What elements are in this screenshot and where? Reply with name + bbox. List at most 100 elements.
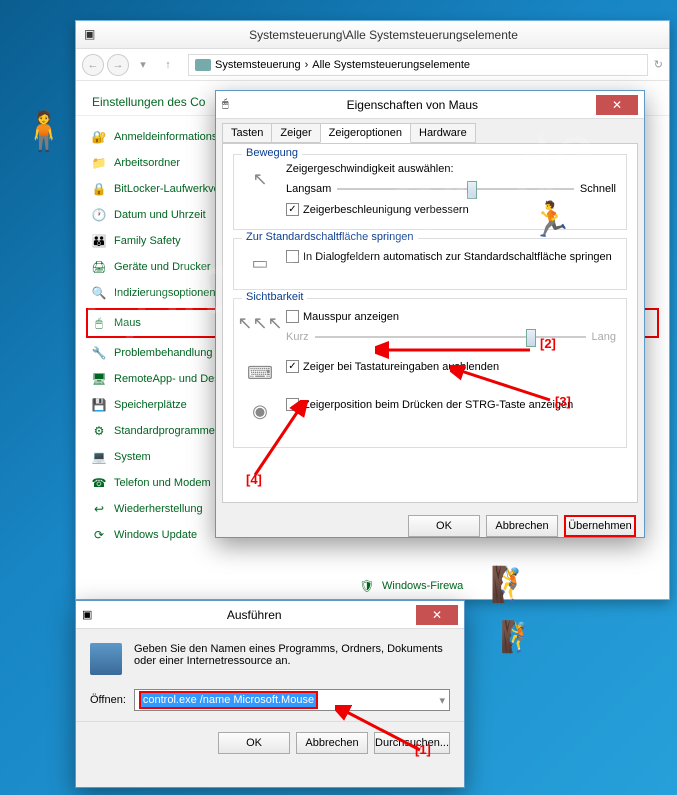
item-icon: ☎ xyxy=(90,474,108,492)
ctrl-checkbox[interactable] xyxy=(286,398,299,411)
speed-label: Zeigergeschwindigkeit auswählen: xyxy=(286,163,616,175)
cp-item-firewall[interactable]: 🛡 Windows-Firewa xyxy=(356,573,465,599)
item-icon: ↩ xyxy=(90,500,108,518)
item-label: Datum und Uhrzeit xyxy=(114,209,206,221)
slow-label: Langsam xyxy=(286,183,331,195)
run-icon xyxy=(90,643,122,675)
mouse-properties-dialog: 🖱 Eigenschaften von Maus ✕ TastenZeigerZ… xyxy=(215,90,645,538)
chevron-right-icon: › xyxy=(305,59,309,71)
tab-tasten[interactable]: Tasten xyxy=(222,123,272,143)
annotation-1: [1] xyxy=(415,742,431,757)
item-icon: 🔧 xyxy=(90,344,108,362)
trails-icon: ↖↖↖ xyxy=(244,307,276,339)
speed-slider[interactable] xyxy=(337,179,574,199)
annotation-3: [3] xyxy=(555,394,571,409)
visibility-title: Sichtbarkeit xyxy=(242,291,307,303)
item-icon: 🔒 xyxy=(90,180,108,198)
item-icon: 💾 xyxy=(90,396,108,414)
dropdown-icon[interactable]: ▾ xyxy=(439,694,445,707)
breadcrumb-part2[interactable]: Alle Systemsteuerungselemente xyxy=(312,59,470,71)
item-label: Geräte und Drucker xyxy=(114,261,211,273)
item-label: Arbeitsordner xyxy=(114,157,180,169)
snap-title: Zur Standardschaltfläche springen xyxy=(242,231,418,243)
annotation-2: [2] xyxy=(540,336,556,351)
forward-button[interactable]: → xyxy=(107,54,129,76)
tab-hardware[interactable]: Hardware xyxy=(410,123,476,143)
fast-label: Schnell xyxy=(580,183,616,195)
ok-button[interactable]: OK xyxy=(408,515,480,537)
up-button[interactable]: ↑ xyxy=(157,54,179,76)
decoration-figure: 🧗 xyxy=(500,620,537,655)
item-label: Maus xyxy=(114,317,141,329)
item-label: BitLocker-Laufwerkvers xyxy=(114,183,229,195)
annotation-4: [4] xyxy=(246,472,262,487)
ctrl-icon: ◉ xyxy=(244,395,276,427)
run-browse-button[interactable]: Durchsuchen... xyxy=(374,732,450,754)
run-ok-button[interactable]: OK xyxy=(218,732,290,754)
window-icon: ▣ xyxy=(84,27,100,43)
run-description: Geben Sie den Namen eines Programms, Ord… xyxy=(134,643,450,675)
tab-zeigeroptionen[interactable]: Zeigeroptionen xyxy=(320,123,411,143)
run-dialog: ▣ Ausführen ✕ Geben Sie den Namen eines … xyxy=(75,600,465,788)
open-input[interactable]: control.exe /name Microsoft.Mouse ▾ xyxy=(134,689,450,711)
command-text: control.exe /name Microsoft.Mouse xyxy=(139,691,318,709)
apply-button[interactable]: Übernehmen xyxy=(564,515,636,537)
item-label: Family Safety xyxy=(114,235,181,247)
snap-label: In Dialogfeldern automatisch zur Standar… xyxy=(303,251,612,263)
button-icon: ▭ xyxy=(244,247,276,279)
dialog-title: Eigenschaften von Maus xyxy=(229,98,596,112)
run-close-button[interactable]: ✕ xyxy=(416,605,458,625)
item-icon: ⚙ xyxy=(90,422,108,440)
window-title: Systemsteuerung\Alle Systemsteuerungsele… xyxy=(106,28,661,42)
titlebar: ▣ Systemsteuerung\Alle Systemsteuerungse… xyxy=(76,21,669,49)
keyboard-icon: ⌨ xyxy=(244,357,276,389)
cp-icon xyxy=(195,59,211,71)
item-icon: ⟳ xyxy=(90,526,108,544)
back-button[interactable]: ← xyxy=(82,54,104,76)
item-label: Speicherplätze xyxy=(114,399,187,411)
item-icon: 🔐 xyxy=(90,128,108,146)
dropdown-nav[interactable]: ▾ xyxy=(132,54,154,76)
open-label: Öffnen: xyxy=(90,694,126,706)
toolbar: ← → ▾ ↑ Systemsteuerung › Alle Systemste… xyxy=(76,49,669,81)
close-button[interactable]: ✕ xyxy=(596,95,638,115)
long-label: Lang xyxy=(592,331,616,343)
trails-checkbox[interactable] xyxy=(286,310,299,323)
tab-zeiger[interactable]: Zeiger xyxy=(271,123,320,143)
item-label: RemoteApp- und Deskt xyxy=(114,373,228,385)
trails-label: Mausspur anzeigen xyxy=(303,311,399,323)
ctrl-label: Zeigerposition beim Drücken der STRG-Tas… xyxy=(303,399,573,411)
decoration-figure: 🧍 xyxy=(20,110,67,154)
item-label: Telefon und Modem xyxy=(114,477,211,489)
hide-label: Zeiger bei Tastatureingaben ausblenden xyxy=(303,361,499,373)
enhance-checkbox[interactable] xyxy=(286,203,299,216)
motion-title: Bewegung xyxy=(242,147,302,159)
hide-checkbox[interactable] xyxy=(286,360,299,373)
run-cancel-button[interactable]: Abbrechen xyxy=(296,732,368,754)
refresh-icon[interactable]: ↻ xyxy=(654,58,663,71)
dialog-buttons: OK Abbrechen Übernehmen xyxy=(216,509,644,543)
breadcrumb[interactable]: Systemsteuerung › Alle Systemsteuerungse… xyxy=(188,54,648,76)
item-label: System xyxy=(114,451,151,463)
breadcrumb-part1[interactable]: Systemsteuerung xyxy=(215,59,301,71)
run-buttons: OK Abbrechen Durchsuchen... xyxy=(76,721,464,764)
item-label: Problembehandlung xyxy=(114,347,212,359)
item-label: Windows-Firewa xyxy=(382,580,463,592)
short-label: Kurz xyxy=(286,331,309,343)
item-label: Wiederherstellung xyxy=(114,503,203,515)
item-icon: 👪 xyxy=(90,232,108,250)
visibility-group: Sichtbarkeit ↖↖↖ Mausspur anzeigen Kurz xyxy=(233,298,627,448)
pointer-icon: ↖ xyxy=(244,163,276,195)
firewall-icon: 🛡 xyxy=(358,577,376,595)
item-icon: 🖨 xyxy=(90,258,108,276)
mouse-icon: 🖱 xyxy=(222,98,229,111)
run-titlebar: ▣ Ausführen ✕ xyxy=(76,601,464,629)
tab-strip: TastenZeigerZeigeroptionenHardware xyxy=(216,119,644,143)
run-window-icon: ▣ xyxy=(82,608,92,621)
cancel-button[interactable]: Abbrechen xyxy=(486,515,558,537)
snap-checkbox[interactable] xyxy=(286,250,299,263)
item-label: Windows Update xyxy=(114,529,197,541)
item-label: Standardprogramme xyxy=(114,425,215,437)
item-icon: 🖥 xyxy=(90,370,108,388)
tab-content: Bewegung ↖ Zeigergeschwindigkeit auswähl… xyxy=(222,143,638,503)
